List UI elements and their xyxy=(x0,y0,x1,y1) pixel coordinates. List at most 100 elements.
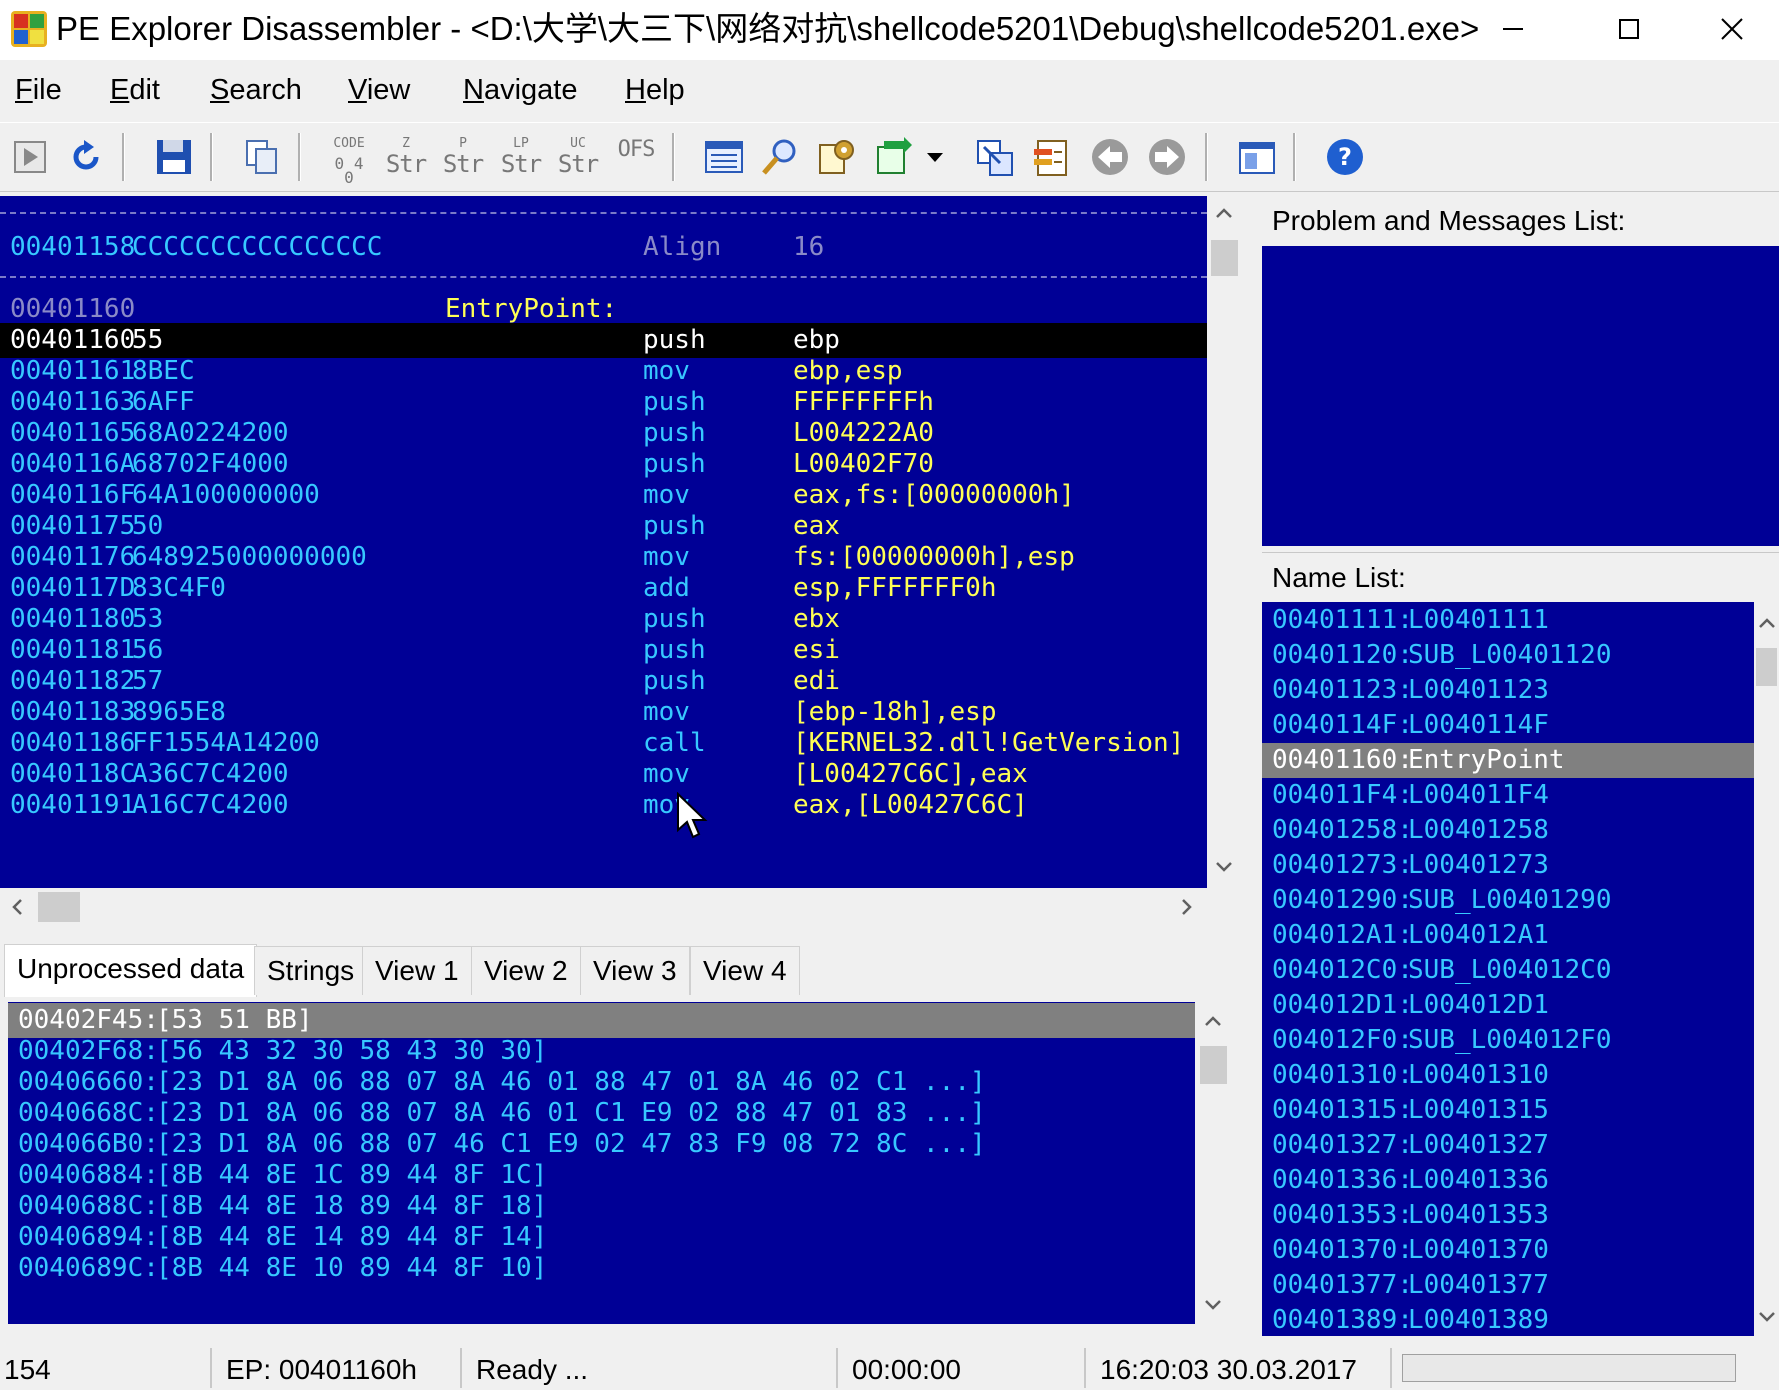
disassembly-view[interactable]: 00401158 CCCCCCCCCCCCCCCC Align 16 00401… xyxy=(0,196,1207,888)
menu-help[interactable]: Help xyxy=(625,70,685,110)
ofs-button[interactable]: OFS xyxy=(613,131,659,183)
instruction-row[interactable]: 00401183 8965E8 mov [ebp-18h],esp xyxy=(0,695,1207,730)
instruction-row[interactable]: 00401165 68A0224200 push L004222A0 xyxy=(0,416,1207,451)
tab-strings[interactable]: Strings xyxy=(254,946,368,995)
data-row[interactable]: 0040688C: [8B 44 8E 18 89 44 8F 18] xyxy=(8,1189,1195,1224)
problems-list[interactable] xyxy=(1262,246,1779,546)
menu-edit[interactable]: Edit xyxy=(110,70,160,110)
tab-view-3[interactable]: View 3 xyxy=(580,946,690,995)
unprocessed-vertical-scrollbar[interactable] xyxy=(1195,1002,1231,1324)
import-dropdown-button[interactable] xyxy=(920,135,950,179)
scroll-right-arrow[interactable] xyxy=(1170,890,1204,924)
tab-view-1[interactable]: View 1 xyxy=(362,946,472,995)
name-list-row[interactable]: 00401377: L00401377 xyxy=(1262,1268,1754,1303)
scroll-thumb[interactable] xyxy=(1756,648,1777,686)
zstr-button[interactable]: Z Str xyxy=(383,131,429,183)
data-row[interactable]: 0040689C: [8B 44 8E 10 89 44 8F 10] xyxy=(8,1251,1195,1286)
scroll-down-arrow[interactable] xyxy=(1750,1300,1779,1334)
help-button[interactable]: ? xyxy=(1323,135,1367,179)
tab-view-2[interactable]: View 2 xyxy=(471,946,581,995)
instruction-row[interactable]: 00401163 6AFF push FFFFFFFFh xyxy=(0,385,1207,420)
scroll-left-arrow[interactable] xyxy=(0,890,34,924)
instruction-row[interactable]: 00401186 FF1554A14200 call [KERNEL32.dll!Ge… xyxy=(0,726,1207,761)
menu-view[interactable]: View xyxy=(348,70,410,110)
instruction-row[interactable]: 00401191 A16C7C4200 mov eax,[L00427C6C] xyxy=(0,788,1207,823)
ucstr-button[interactable]: UC Str xyxy=(555,131,601,183)
instruction-row[interactable]: 00401180 53 push ebx xyxy=(0,602,1207,637)
name-list-row[interactable]: 00401160: EntryPoint xyxy=(1262,743,1754,778)
report-button[interactable] xyxy=(1030,135,1074,179)
resources-button[interactable] xyxy=(815,135,859,179)
minimize-button[interactable] xyxy=(1455,0,1571,58)
name-list-row[interactable]: 004012F0: SUB_L004012F0 xyxy=(1262,1023,1754,1058)
name-list[interactable]: 00401111: L00401111 00401120: SUB_L00401120… xyxy=(1262,602,1754,1336)
name-list-row[interactable]: 00401327: L00401327 xyxy=(1262,1128,1754,1163)
find-button[interactable] xyxy=(758,135,802,179)
disasm-horizontal-scrollbar[interactable] xyxy=(0,888,1207,926)
back-button[interactable] xyxy=(1088,135,1132,179)
name-list-row[interactable]: 00401353: L00401353 xyxy=(1262,1198,1754,1233)
name-list-row[interactable]: 004012A1: L004012A1 xyxy=(1262,918,1754,953)
menu-search[interactable]: Search xyxy=(210,70,302,110)
menu-navigate[interactable]: Navigate xyxy=(463,70,577,110)
name-list-row[interactable]: 004012D1: L004012D1 xyxy=(1262,988,1754,1023)
copy-button[interactable] xyxy=(240,135,284,179)
lpstr-button[interactable]: LP Str xyxy=(498,131,544,183)
instruction-row[interactable]: 0040116A 68702F4000 push L00402F70 xyxy=(0,447,1207,482)
pstr-button[interactable]: P Str xyxy=(440,131,486,183)
name-list-row[interactable]: 0040114F: L0040114F xyxy=(1262,708,1754,743)
instruction-row[interactable]: 0040116F 64A100000000 mov eax,fs:[00000000h… xyxy=(0,478,1207,513)
tab-view-4[interactable]: View 4 xyxy=(690,946,800,995)
name-list-row[interactable]: 00401120: SUB_L00401120 xyxy=(1262,638,1754,673)
unprocessed-data-list[interactable]: 00402F45: [53 51 BB] 00402F68: [56 43 32 30… xyxy=(8,1002,1195,1324)
scroll-down-arrow[interactable] xyxy=(1207,850,1241,884)
instruction-row[interactable]: 00401181 56 push esi xyxy=(0,633,1207,668)
export-button[interactable] xyxy=(972,135,1016,179)
disasm-vertical-scrollbar[interactable] xyxy=(1207,196,1242,888)
scroll-up-arrow[interactable] xyxy=(1750,606,1779,640)
tab-unprocessed-data[interactable]: Unprocessed data xyxy=(4,944,258,997)
name-list-row[interactable]: 004012C0: SUB_L004012C0 xyxy=(1262,953,1754,988)
list-view-button[interactable] xyxy=(702,135,746,179)
save-button[interactable] xyxy=(152,135,196,179)
close-button[interactable] xyxy=(1684,0,1779,58)
instruction-row[interactable]: 00401176 648925000000000 mov fs:[00000000h]… xyxy=(0,540,1207,575)
code-offset-button[interactable]: CODE 0 4 0 xyxy=(326,131,372,186)
data-row[interactable]: 00406884: [8B 44 8E 1C 89 44 8F 1C] xyxy=(8,1158,1195,1193)
scroll-up-arrow[interactable] xyxy=(1196,1004,1230,1038)
data-row[interactable]: 0040668C: [23 D1 8A 06 88 07 8A 46 01 C1 … xyxy=(8,1096,1195,1131)
name-list-row[interactable]: 00401370: L00401370 xyxy=(1262,1233,1754,1268)
scroll-up-arrow[interactable] xyxy=(1207,196,1241,230)
layout-button[interactable] xyxy=(1235,135,1279,179)
name-list-row[interactable]: 00401273: L00401273 xyxy=(1262,848,1754,883)
instruction-row[interactable]: 00401161 8BEC mov ebp,esp xyxy=(0,354,1207,389)
scroll-down-arrow[interactable] xyxy=(1196,1288,1230,1322)
align-row[interactable]: 00401158 CCCCCCCCCCCCCCCC Align 16 xyxy=(0,230,1207,265)
import-button[interactable] xyxy=(872,135,916,179)
name-list-row[interactable]: 00401336: L00401336 xyxy=(1262,1163,1754,1198)
data-row[interactable]: 00402F45: [53 51 BB] xyxy=(8,1003,1195,1038)
instruction-row[interactable]: 0040118C A36C7C4200 mov [L00427C6C],eax xyxy=(0,757,1207,792)
name-list-row[interactable]: 00401111: L00401111 xyxy=(1262,603,1754,638)
scroll-thumb[interactable] xyxy=(38,892,80,922)
refresh-button[interactable] xyxy=(64,135,108,179)
instruction-row[interactable]: 00401175 50 push eax xyxy=(0,509,1207,544)
instruction-row[interactable]: 00401160 55 push ebp xyxy=(0,323,1207,358)
scroll-thumb[interactable] xyxy=(1211,240,1238,276)
instruction-row[interactable]: 00401182 57 push edi xyxy=(0,664,1207,699)
forward-button[interactable] xyxy=(1145,135,1189,179)
name-list-row[interactable]: 00401258: L00401258 xyxy=(1262,813,1754,848)
data-row[interactable]: 00406894: [8B 44 8E 14 89 44 8F 14] xyxy=(8,1220,1195,1255)
name-list-row[interactable]: 00401310: L00401310 xyxy=(1262,1058,1754,1093)
data-row[interactable]: 004066B0: [23 D1 8A 06 88 07 46 C1 E9 02 … xyxy=(8,1127,1195,1162)
run-button[interactable] xyxy=(8,135,52,179)
name-list-row[interactable]: 00401389: L00401389 xyxy=(1262,1303,1754,1336)
name-list-row[interactable]: 00401123: L00401123 xyxy=(1262,673,1754,708)
name-list-row[interactable]: 004011F4: L004011F4 xyxy=(1262,778,1754,813)
name-list-scrollbar[interactable] xyxy=(1754,602,1779,1336)
data-row[interactable]: 00406660: [23 D1 8A 06 88 07 8A 46 01 88 … xyxy=(8,1065,1195,1100)
label-row[interactable]: 00401160 EntryPoint: xyxy=(0,292,1207,327)
data-row[interactable]: 00402F68: [56 43 32 30 58 43 30 30] xyxy=(8,1034,1195,1069)
scroll-thumb[interactable] xyxy=(1200,1046,1227,1084)
name-list-row[interactable]: 00401315: L00401315 xyxy=(1262,1093,1754,1128)
